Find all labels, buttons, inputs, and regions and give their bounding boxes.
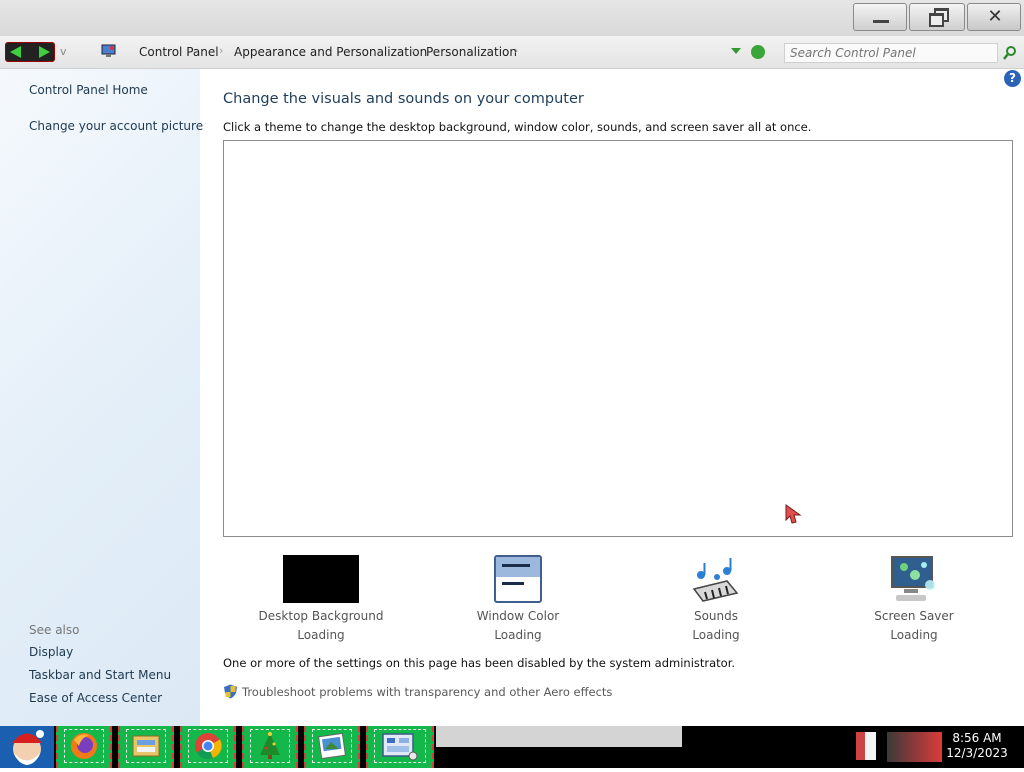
change-account-picture-link[interactable]: Change your account picture [29,119,203,133]
minimize-button[interactable] [853,3,907,31]
sounds-status: Loading [692,628,740,642]
breadcrumb-separator[interactable]: › [514,44,518,57]
taskbar-christmas-app[interactable] [242,726,298,768]
disabled-settings-notice: One or more of the settings on this page… [223,656,736,670]
see-also-heading: See also [29,623,80,637]
window-color-status: Loading [494,628,542,642]
window-color-label[interactable]: Window Color [433,609,603,623]
refresh-icon[interactable] [751,45,765,59]
forward-arrow-icon[interactable] [39,46,50,58]
theme-list[interactable] [223,140,1013,537]
close-button[interactable]: ✕ [967,3,1021,31]
restore-button[interactable] [909,3,965,31]
clock[interactable]: 8:56 AM 12/3/2023 [946,731,1008,761]
taskbar-firefox[interactable] [56,726,112,768]
window-color-icon [494,555,542,603]
title-bar[interactable]: ✕ [0,0,1024,36]
breadcrumb-personalization[interactable]: Personalization [426,45,517,59]
taskbar-file-explorer[interactable] [118,726,174,768]
clock-time: 8:56 AM [952,731,1002,745]
breadcrumb-separator[interactable]: › [219,44,223,57]
troubleshoot-label[interactable]: Troubleshoot problems with transparency … [242,685,612,699]
navigation-buttons [5,42,55,62]
control-panel-home-link[interactable]: Control Panel Home [29,83,148,97]
system-tray-icons[interactable] [887,732,942,762]
screen-saver-status: Loading [890,628,938,642]
restore-icon-front [929,13,944,27]
desktop-background-setting[interactable]: Desktop Background Loading [236,555,406,642]
desktop-background-status: Loading [297,628,345,642]
display-link[interactable]: Display [29,645,73,659]
taskbar-empty-area [436,726,682,747]
christmas-tree-icon [260,732,280,759]
close-icon: ✕ [987,6,1003,27]
taskbar-slot [374,729,426,763]
taskbar-and-start-menu-link[interactable]: Taskbar and Start Menu [29,668,171,682]
left-navigation-pane: Control Panel Home Change your account p… [0,69,203,726]
language-flag-icon[interactable] [856,732,876,760]
taskbar-slot [250,729,290,763]
screen-saver-icon [891,556,935,601]
recent-pages-dropdown[interactable]: v [60,45,67,58]
shield-icon [224,684,237,699]
mouse-cursor-icon [785,504,802,524]
taskbar-control-panel[interactable] [366,726,434,768]
back-arrow-icon[interactable] [10,46,21,58]
start-button[interactable] [0,726,54,768]
control-panel-icon [101,44,116,57]
sounds-icon [692,558,739,602]
taskbar-photos[interactable] [304,726,360,768]
address-bar: v Control Panel › Appearance and Persona… [0,36,1024,69]
screen-saver-label[interactable]: Screen Saver [829,609,999,623]
search-input[interactable] [784,43,998,63]
breadcrumb-appearance-and-personalization[interactable]: Appearance and Personalization [234,45,427,59]
taskbar-slot [64,729,104,763]
page-description: Click a theme to change the desktop back… [223,120,812,134]
file-explorer-icon [132,735,160,757]
taskbar-slot [312,729,352,763]
chrome-icon [195,733,222,760]
sounds-setting[interactable]: Sounds Loading [631,555,801,642]
screen-saver-setting[interactable]: Screen Saver Loading [829,555,999,642]
taskbar-slot [126,729,166,763]
ease-of-access-center-link[interactable]: Ease of Access Center [29,691,162,705]
window-color-setting[interactable]: Window Color Loading [433,555,603,642]
breadcrumb-separator[interactable]: › [411,44,415,57]
page-title: Change the visuals and sounds on your co… [223,91,584,107]
taskbar: 8:56 AM 12/3/2023 [0,726,1024,768]
photos-icon [318,732,346,760]
help-icon[interactable]: ? [1004,70,1021,87]
taskbar-slot [188,729,228,763]
address-dropdown-icon[interactable] [731,48,741,54]
taskbar-chrome[interactable] [180,726,236,768]
control-panel-icon [382,733,418,761]
santa-start-icon [12,730,44,765]
clock-date: 12/3/2023 [946,746,1008,760]
desktop-background-icon [283,555,359,603]
firefox-icon [71,733,97,759]
troubleshoot-aero-link[interactable]: Troubleshoot problems with transparency … [223,684,612,699]
breadcrumb-control-panel[interactable]: Control Panel [139,45,219,59]
desktop-background-label[interactable]: Desktop Background [236,609,406,623]
search-icon[interactable] [1002,45,1018,61]
sounds-label[interactable]: Sounds [631,609,801,623]
personalization-window: ✕ v Control Panel › Appearance and Perso… [0,0,1024,726]
